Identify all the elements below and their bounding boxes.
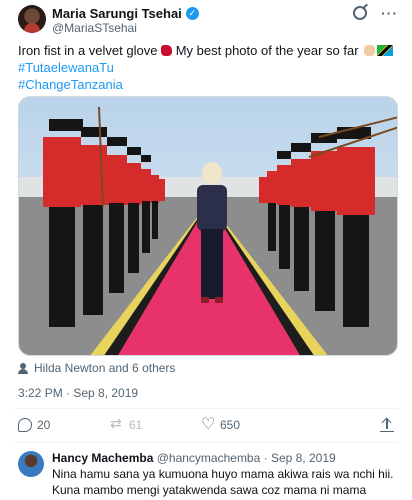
boxing-glove-emoji-icon (161, 45, 173, 56)
author-display-name[interactable]: Maria Sarungi Tsehai (52, 6, 182, 21)
retweet-icon (110, 415, 124, 432)
reply-text: Nina hamu sana ya kumuona huyo mama akiw… (52, 467, 394, 497)
reply-avatar[interactable] (18, 451, 44, 477)
more-icon[interactable]: ··· (381, 6, 398, 20)
tagged-people-label: Hilda Newton and 6 others (34, 361, 176, 375)
tagged-people[interactable]: Hilda Newton and 6 others (18, 361, 175, 375)
retweet-count: 61 (129, 418, 143, 432)
divider (14, 442, 398, 443)
reply-button[interactable]: 20 (18, 418, 50, 432)
share-icon (380, 418, 394, 432)
tanzania-flag-emoji-icon (377, 45, 394, 56)
retweet-button[interactable]: 61 (110, 415, 143, 432)
like-button[interactable]: 650 (201, 414, 241, 434)
reply-count: 20 (37, 418, 51, 432)
tweet-timestamp[interactable]: 3:22 PM · Sep 8, 2019 (18, 386, 138, 400)
grok-icon[interactable] (353, 6, 367, 20)
author-avatar[interactable] (18, 5, 46, 33)
hashtag-link[interactable]: #TutaelewanaTu (18, 59, 398, 76)
tweet-card: Maria Sarungi Tsehai ✓ @MariaSTsehai ···… (0, 0, 412, 500)
hashtag-link[interactable]: #ChangeTanzania (18, 76, 398, 93)
like-count: 650 (220, 418, 241, 432)
verified-badge-icon: ✓ (185, 7, 199, 20)
tweet-photo[interactable] (18, 96, 398, 356)
person-icon (18, 362, 28, 374)
tweet-top-icons: ··· (353, 6, 398, 20)
author-handle[interactable]: @MariaSTsehai (52, 21, 137, 35)
tweet-text-part2: My best photo of the year so far (175, 43, 359, 58)
like-icon (201, 414, 215, 434)
raised-hands-emoji-icon (364, 45, 376, 56)
reply-handle-date[interactable]: @hancymachemba · Sep 8, 2019 (157, 451, 336, 465)
tweet-text: Iron fist in a velvet glove My best phot… (18, 42, 398, 93)
reply-header: Hancy Machemba @hancymachemba · Sep 8, 2… (52, 451, 336, 465)
reply-author-name[interactable]: Hancy Machemba (52, 451, 153, 465)
author-name-row: Maria Sarungi Tsehai ✓ (52, 6, 199, 21)
reply-icon (18, 418, 32, 432)
divider (14, 408, 398, 409)
tweet-text-part1: Iron fist in a velvet glove (18, 43, 158, 58)
tweet-photo-illustration (19, 97, 397, 355)
tweet-actions: 20 61 650 (18, 414, 398, 434)
share-button[interactable] (380, 418, 394, 432)
